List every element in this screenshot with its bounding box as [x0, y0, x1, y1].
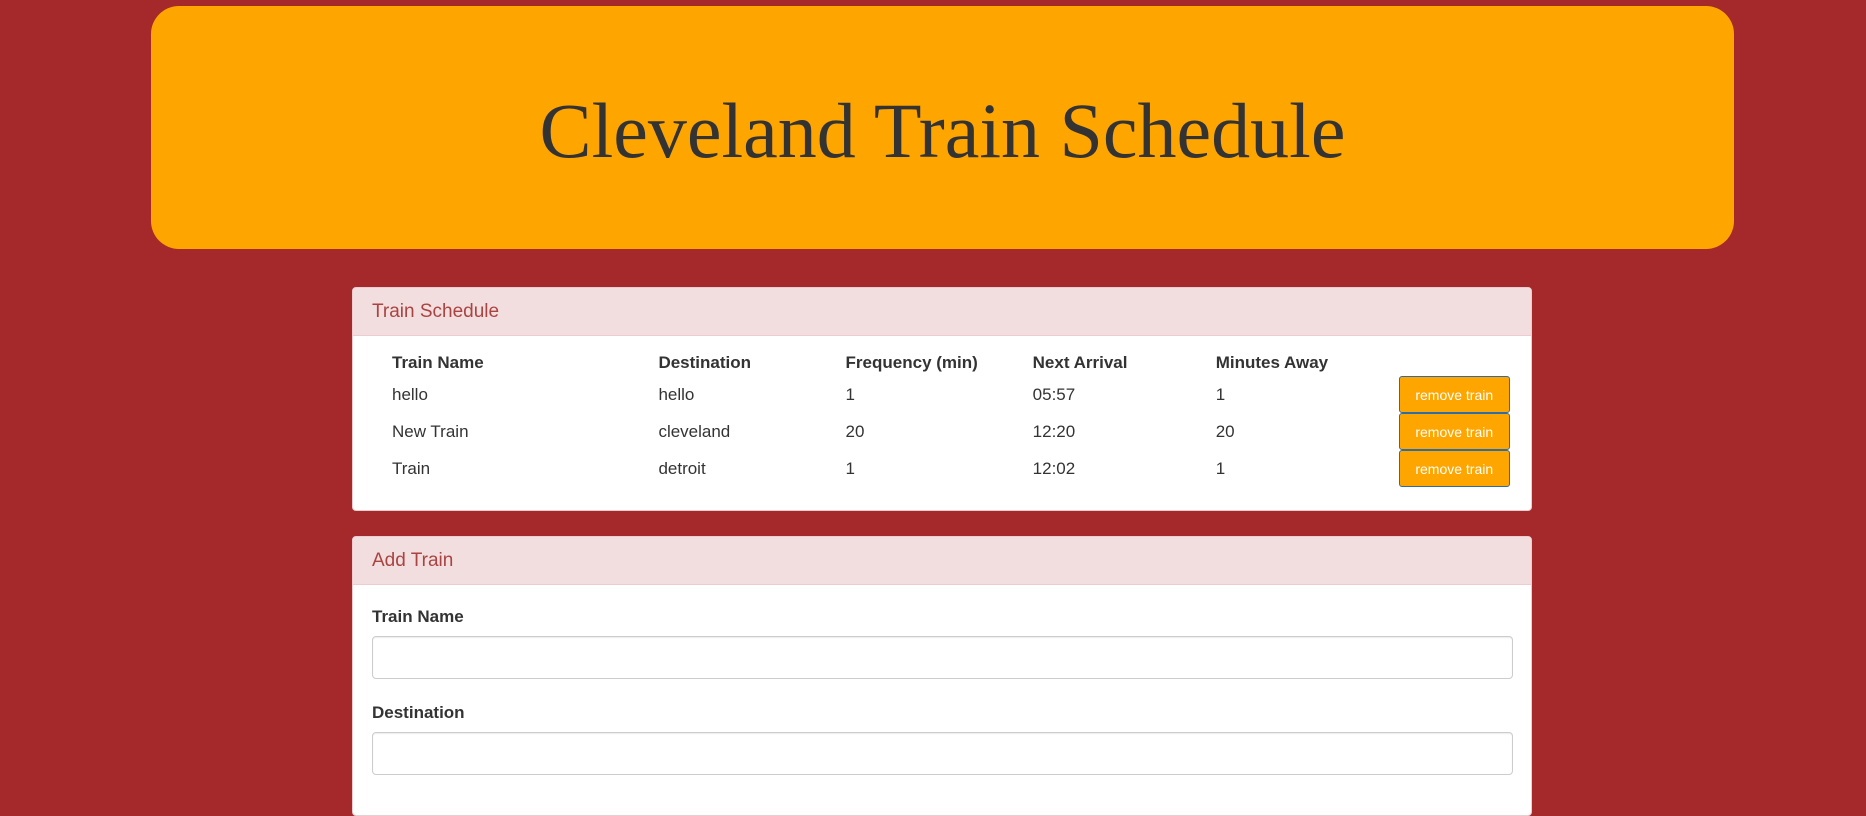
- table-row: Train detroit 1 12:02 1 remove train: [372, 450, 1512, 487]
- column-header-destination: Destination: [658, 353, 751, 372]
- cell-train-name: Train: [392, 458, 431, 478]
- cell-minutes-away: 1: [1215, 458, 1226, 478]
- destination-form-group: Destination: [372, 703, 1513, 775]
- cell-next-arrival: 12:02: [1032, 458, 1076, 478]
- table-header-row: Train Name Destination Frequency (min) N…: [372, 350, 1512, 376]
- cell-next-arrival: 12:20: [1032, 421, 1076, 441]
- cell-train-name: New Train: [392, 421, 469, 441]
- cell-actions: remove train: [1379, 413, 1512, 450]
- remove-train-button[interactable]: remove train: [1398, 376, 1510, 413]
- column-header-train-name: Train Name: [392, 353, 484, 372]
- header-banner: Cleveland Train Schedule: [151, 6, 1734, 249]
- train-schedule-table: Train Name Destination Frequency (min) N…: [372, 350, 1512, 487]
- column-header-minutes-away: Minutes Away: [1215, 353, 1329, 372]
- cell-actions: remove train: [1379, 450, 1512, 487]
- cell-train-name: hello: [392, 384, 428, 404]
- table-row: hello hello 1 05:57 1 remove train: [372, 376, 1512, 413]
- cell-frequency: 1: [845, 458, 856, 478]
- add-train-panel: Add Train Train Name Destination: [352, 536, 1532, 816]
- cell-next-arrival: 05:57: [1032, 384, 1076, 404]
- remove-train-button[interactable]: remove train: [1398, 450, 1510, 487]
- add-train-panel-title: Add Train: [372, 549, 454, 571]
- destination-input[interactable]: [372, 732, 1513, 775]
- cell-actions: remove train: [1379, 376, 1512, 413]
- train-name-input[interactable]: [372, 636, 1513, 679]
- column-header-frequency: Frequency (min): [845, 353, 978, 372]
- cell-minutes-away: 1: [1215, 384, 1226, 404]
- cell-frequency: 1: [845, 384, 856, 404]
- train-schedule-panel: Train Schedule Train Name Destination Fr…: [352, 287, 1532, 511]
- cell-minutes-away: 20: [1215, 421, 1235, 441]
- train-schedule-panel-heading: Train Schedule: [353, 288, 1531, 336]
- destination-label: Destination: [372, 703, 465, 722]
- cell-destination: detroit: [658, 458, 706, 478]
- column-header-actions: [1379, 350, 1512, 376]
- cell-frequency: 20: [845, 421, 865, 441]
- train-name-form-group: Train Name: [372, 607, 1513, 679]
- remove-train-button[interactable]: remove train: [1398, 413, 1510, 450]
- add-train-panel-heading: Add Train: [353, 537, 1531, 585]
- cell-destination: cleveland: [658, 421, 731, 441]
- page-title: Cleveland Train Schedule: [539, 86, 1346, 174]
- train-name-label: Train Name: [372, 607, 464, 626]
- column-header-next-arrival: Next Arrival: [1032, 353, 1128, 372]
- table-row: New Train cleveland 20 12:20 20 remove t…: [372, 413, 1512, 450]
- train-schedule-panel-title: Train Schedule: [372, 300, 500, 322]
- add-train-form: Train Name Destination: [353, 585, 1531, 775]
- cell-destination: hello: [658, 384, 695, 404]
